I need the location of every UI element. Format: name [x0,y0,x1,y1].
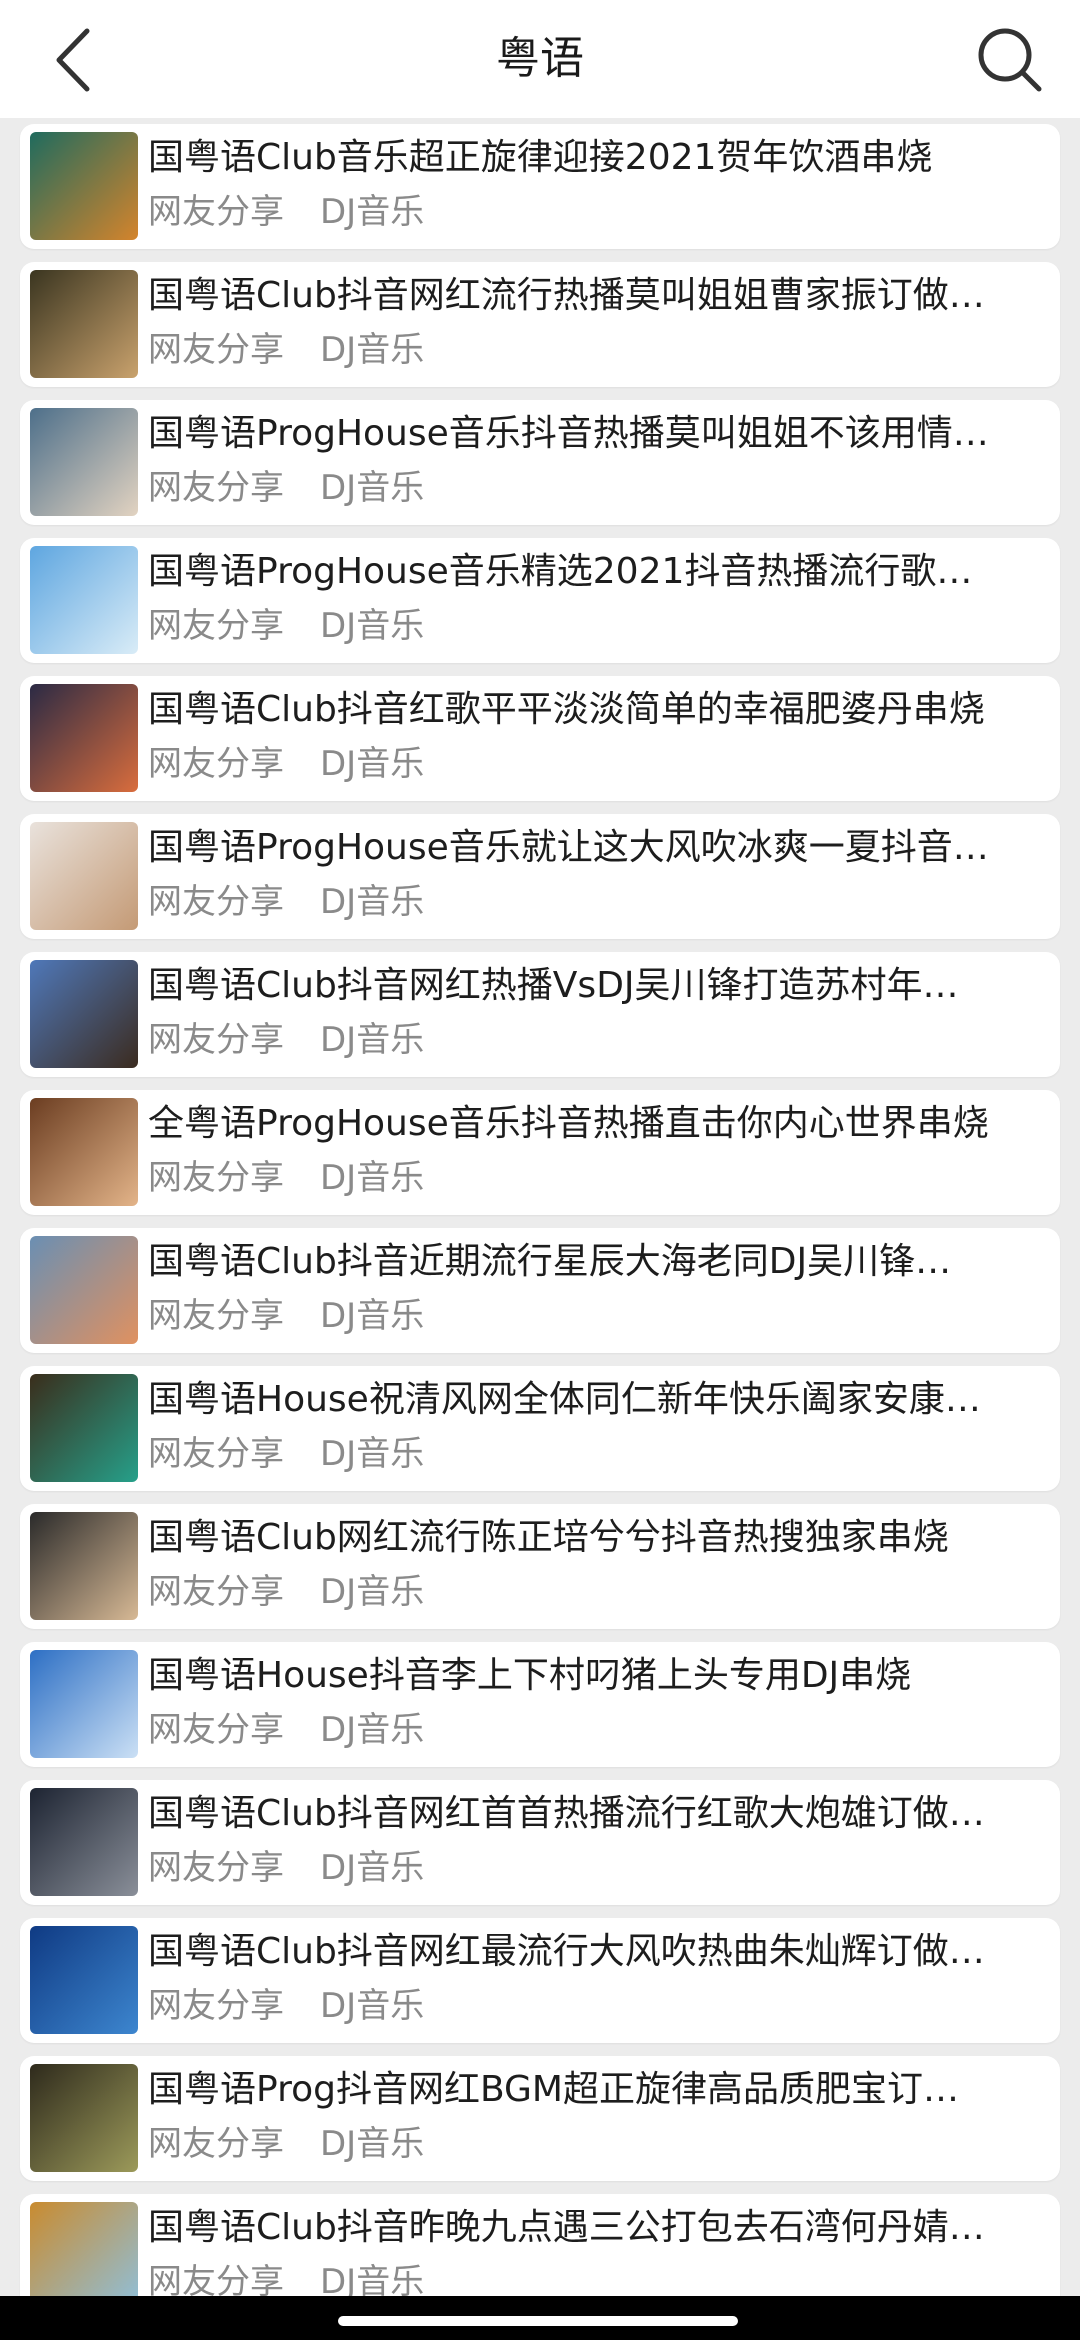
track-source: 网友分享 [148,468,284,508]
cover-thumbnail [30,546,138,654]
track-category: DJ音乐 [320,744,425,784]
track-category: DJ音乐 [320,606,425,646]
track-source: 网友分享 [148,1020,284,1060]
track-meta: 网友分享 DJ音乐 [148,1708,424,1752]
track-source: 网友分享 [148,1434,284,1474]
track-source: 网友分享 [148,192,284,232]
track-meta: 网友分享 DJ音乐 [148,1156,424,1200]
track-category: DJ音乐 [320,1020,425,1060]
track-category: DJ音乐 [320,1986,425,2026]
track-category: DJ音乐 [320,468,425,508]
cover-thumbnail [30,1650,138,1758]
cover-thumbnail [30,684,138,792]
track-category: DJ音乐 [320,330,425,370]
track-category: DJ音乐 [320,1572,425,1612]
cover-thumbnail [30,2202,138,2310]
list-item[interactable]: 国粤语ProgHouse音乐就让这大风吹冰爽一夏抖音… 网友分享 DJ音乐 [20,814,1060,939]
track-meta: 网友分享 DJ音乐 [148,1984,424,2028]
track-category: DJ音乐 [320,1434,425,1474]
top-bar: 粤语 [0,0,1080,118]
track-meta: 网友分享 DJ音乐 [148,880,424,924]
cover-thumbnail [30,960,138,1068]
track-category: DJ音乐 [320,1158,425,1198]
track-meta: 网友分享 DJ音乐 [148,1432,424,1476]
track-title: 国粤语ProgHouse音乐就让这大风吹冰爽一夏抖音… [148,827,989,868]
track-category: DJ音乐 [320,1710,425,1750]
list-item[interactable]: 国粤语Club抖音网红流行热播莫叫姐姐曹家振订做… 网友分享 DJ音乐 [20,262,1060,387]
track-source: 网友分享 [148,744,284,784]
home-indicator[interactable] [338,2316,738,2326]
track-meta: 网友分享 DJ音乐 [148,190,424,234]
cover-thumbnail [30,408,138,516]
track-source: 网友分享 [148,2124,284,2164]
list-item[interactable]: 国粤语Prog抖音网红BGM超正旋律高品质肥宝订… 网友分享 DJ音乐 [20,2056,1060,2181]
track-category: DJ音乐 [320,1296,425,1336]
search-button[interactable] [970,18,1050,102]
track-meta: 网友分享 DJ音乐 [148,1570,424,1614]
track-source: 网友分享 [148,606,284,646]
list-item[interactable]: 国粤语Club抖音近期流行星辰大海老同DJ吴川锋… 网友分享 DJ音乐 [20,1228,1060,1353]
cover-thumbnail [30,1926,138,2034]
track-category: DJ音乐 [320,2124,425,2164]
search-icon [978,28,1042,92]
track-meta: 网友分享 DJ音乐 [148,1294,424,1338]
track-title: 国粤语Club抖音近期流行星辰大海老同DJ吴川锋… [148,1241,952,1282]
track-title: 国粤语Club抖音网红最流行大风吹热曲朱灿辉订做… [148,1931,985,1972]
track-title: 国粤语House抖音李上下村叼猪上头专用DJ串烧 [148,1655,912,1696]
track-title: 国粤语ProgHouse音乐精选2021抖音热播流行歌… [148,551,973,592]
list-item[interactable]: 国粤语Club网红流行陈正培兮兮抖音热搜独家串烧 网友分享 DJ音乐 [20,1504,1060,1629]
track-source: 网友分享 [148,1296,284,1336]
track-title: 国粤语Club抖音昨晚九点遇三公打包去石湾何丹婧… [148,2207,985,2248]
track-meta: 网友分享 DJ音乐 [148,742,424,786]
page-title: 粤语 [496,33,584,84]
list-item[interactable]: 国粤语ProgHouse音乐抖音热播莫叫姐姐不该用情… 网友分享 DJ音乐 [20,400,1060,525]
list-item[interactable]: 国粤语Club抖音网红首首热播流行红歌大炮雄订做… 网友分享 DJ音乐 [20,1780,1060,1905]
track-meta: 网友分享 DJ音乐 [148,328,424,372]
track-meta: 网友分享 DJ音乐 [148,1846,424,1890]
track-title: 国粤语Club抖音网红首首热播流行红歌大炮雄订做… [148,1793,985,1834]
list-item[interactable]: 国粤语Club抖音网红最流行大风吹热曲朱灿辉订做… 网友分享 DJ音乐 [20,1918,1060,2043]
cover-thumbnail [30,1512,138,1620]
track-meta: 网友分享 DJ音乐 [148,604,424,648]
track-source: 网友分享 [148,1848,284,1888]
list-item[interactable]: 国粤语Club抖音红歌平平淡淡简单的幸福肥婆丹串烧 网友分享 DJ音乐 [20,676,1060,801]
list-item[interactable]: 国粤语House抖音李上下村叼猪上头专用DJ串烧 网友分享 DJ音乐 [20,1642,1060,1767]
list-item[interactable]: 国粤语ProgHouse音乐精选2021抖音热播流行歌… 网友分享 DJ音乐 [20,538,1060,663]
list-item[interactable]: 国粤语Club音乐超正旋律迎接2021贺年饮酒串烧 网友分享 DJ音乐 [20,124,1060,249]
track-title: 国粤语Club网红流行陈正培兮兮抖音热搜独家串烧 [148,1517,949,1558]
track-title: 国粤语Club抖音红歌平平淡淡简单的幸福肥婆丹串烧 [148,689,985,730]
track-meta: 网友分享 DJ音乐 [148,466,424,510]
track-source: 网友分享 [148,1572,284,1612]
list-item[interactable]: 全粤语ProgHouse音乐抖音热播直击你内心世界串烧 网友分享 DJ音乐 [20,1090,1060,1215]
track-title: 国粤语House祝清风网全体同仁新年快乐阖家安康… [148,1379,981,1420]
track-category: DJ音乐 [320,882,425,922]
track-title: 国粤语Club音乐超正旋律迎接2021贺年饮酒串烧 [148,137,933,178]
system-nav-bar [0,2296,1080,2340]
track-source: 网友分享 [148,882,284,922]
cover-thumbnail [30,1788,138,1896]
list-item[interactable]: 国粤语House祝清风网全体同仁新年快乐阖家安康… 网友分享 DJ音乐 [20,1366,1060,1491]
track-source: 网友分享 [148,1158,284,1198]
cover-thumbnail [30,822,138,930]
track-category: DJ音乐 [320,1848,425,1888]
track-title: 国粤语Prog抖音网红BGM超正旋律高品质肥宝订… [148,2069,959,2110]
cover-thumbnail [30,1374,138,1482]
cover-thumbnail [30,1098,138,1206]
cover-thumbnail [30,132,138,240]
cover-thumbnail [30,1236,138,1344]
track-meta: 网友分享 DJ音乐 [148,2122,424,2166]
app-screen: 粤语 国粤语Club音乐超正旋律迎接2021贺年饮酒串烧 网友分享 DJ音乐 国粤语C… [0,0,1080,2340]
track-title: 国粤语Club抖音网红热播VsDJ吴川锋打造苏村年… [148,965,959,1006]
track-title: 全粤语ProgHouse音乐抖音热播直击你内心世界串烧 [148,1103,989,1144]
track-title: 国粤语Club抖音网红流行热播莫叫姐姐曹家振订做… [148,275,985,316]
track-meta: 网友分享 DJ音乐 [148,1018,424,1062]
track-title: 国粤语ProgHouse音乐抖音热播莫叫姐姐不该用情… [148,413,989,454]
track-source: 网友分享 [148,1710,284,1750]
list-item[interactable]: 国粤语Club抖音网红热播VsDJ吴川锋打造苏村年… 网友分享 DJ音乐 [20,952,1060,1077]
track-category: DJ音乐 [320,192,425,232]
track-source: 网友分享 [148,1986,284,2026]
cover-thumbnail [30,270,138,378]
cover-thumbnail [30,2064,138,2172]
track-source: 网友分享 [148,330,284,370]
